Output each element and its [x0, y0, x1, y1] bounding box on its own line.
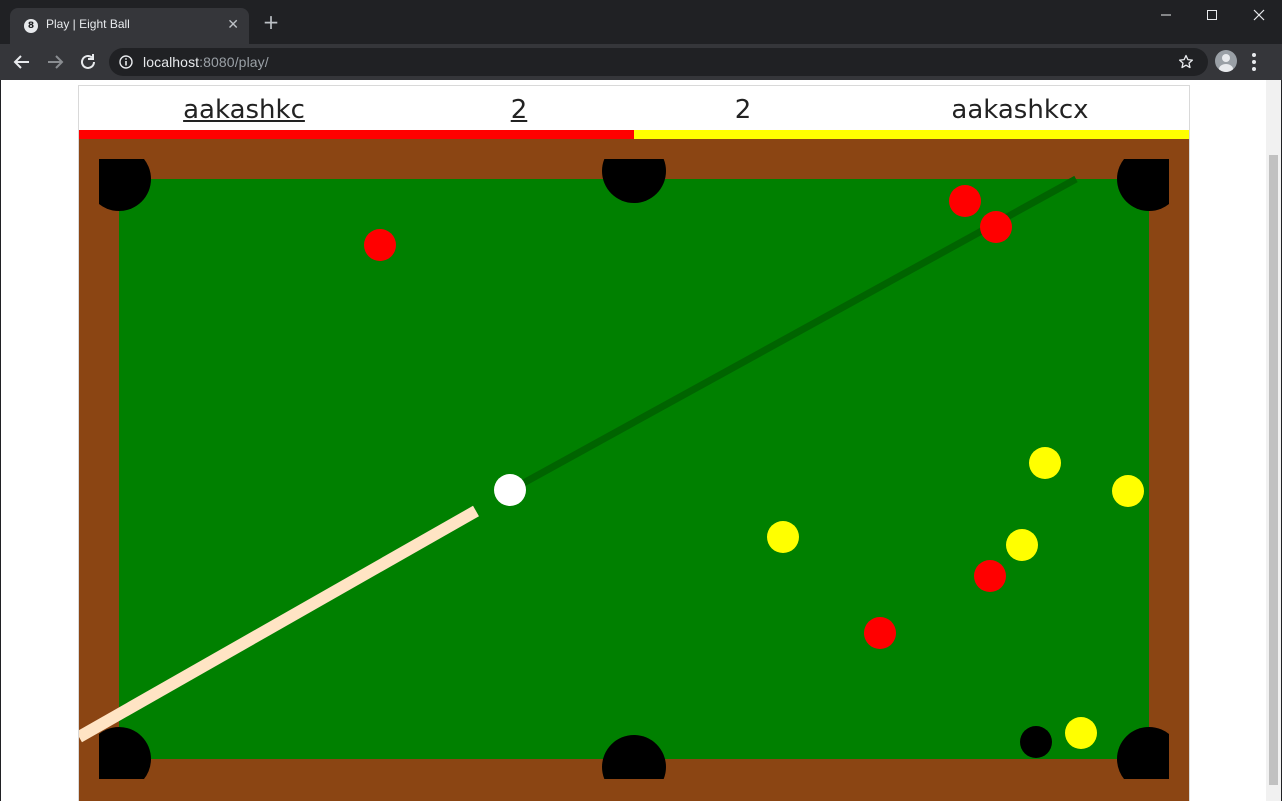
- reload-button[interactable]: [76, 50, 100, 74]
- info-icon[interactable]: [119, 55, 133, 69]
- reload-icon: [81, 54, 95, 69]
- url-text: localhost:8080/play/: [143, 54, 269, 70]
- menu-dot: [1252, 67, 1256, 71]
- forward-arrow-icon: [48, 55, 64, 69]
- scrollbar-thumb[interactable]: [1269, 155, 1278, 785]
- yellow-ball: [1065, 717, 1097, 749]
- menu-dot: [1252, 60, 1256, 64]
- red-ball: [974, 560, 1006, 592]
- menu-dot: [1252, 53, 1256, 57]
- browser-tab[interactable]: 8 Play | Eight Ball ✕: [10, 8, 249, 44]
- maximize-icon: [1207, 10, 1217, 20]
- red-ball: [949, 185, 981, 217]
- browser-tabstrip: 8 Play | Eight Ball ✕ +: [0, 0, 1282, 44]
- back-button[interactable]: [10, 50, 34, 74]
- person-icon: [1219, 54, 1233, 72]
- yellow-ball: [1029, 447, 1061, 479]
- forward-button[interactable]: [43, 50, 67, 74]
- eight-ball: [1020, 726, 1052, 758]
- yellow-ball: [1112, 475, 1144, 507]
- url-host: localhost: [143, 54, 200, 70]
- browser-menu-icon[interactable]: [1246, 50, 1262, 74]
- player1-score: 2: [510, 95, 528, 125]
- player1-color-bar: [79, 130, 634, 139]
- tab-title: Play | Eight Ball: [46, 17, 130, 31]
- new-tab-button[interactable]: +: [261, 12, 281, 32]
- maximize-window-button[interactable]: [1189, 0, 1235, 30]
- address-bar[interactable]: localhost:8080/play/: [109, 48, 1208, 76]
- page-scrollbar[interactable]: [1266, 80, 1281, 801]
- table-felt[interactable]: [119, 179, 1149, 759]
- yellow-ball: [767, 521, 799, 553]
- profile-avatar-icon[interactable]: [1215, 50, 1237, 72]
- eight-ball-icon: 8: [24, 19, 38, 33]
- scoreboard: aakashkc 2 2 aakashkcx: [79, 86, 1189, 130]
- red-ball: [364, 229, 396, 261]
- red-ball: [864, 617, 896, 649]
- minimize-icon: [1161, 14, 1171, 16]
- page-viewport: aakashkc 2 2 aakashkcx: [1, 80, 1281, 801]
- close-icon: [1253, 9, 1265, 21]
- yellow-ball: [1006, 529, 1038, 561]
- red-ball: [980, 211, 1012, 243]
- player1-name: aakashkc: [183, 95, 305, 125]
- bookmark-star-icon[interactable]: [1178, 54, 1194, 70]
- player2-color-bar: [634, 130, 1189, 139]
- close-window-button[interactable]: [1236, 0, 1282, 30]
- player2-name: aakashkcx: [951, 95, 1089, 125]
- back-arrow-icon: [13, 55, 29, 69]
- url-path: :8080/play/: [199, 54, 269, 70]
- eight-ball-game: aakashkc 2 2 aakashkcx: [78, 85, 1190, 801]
- minimize-window-button[interactable]: [1143, 0, 1189, 30]
- browser-toolbar: localhost:8080/play/: [0, 44, 1282, 80]
- player2-score: 2: [734, 95, 752, 125]
- tab-close-icon[interactable]: ✕: [227, 16, 239, 34]
- pool-table[interactable]: [79, 139, 1189, 801]
- cue-ball[interactable]: [494, 474, 526, 506]
